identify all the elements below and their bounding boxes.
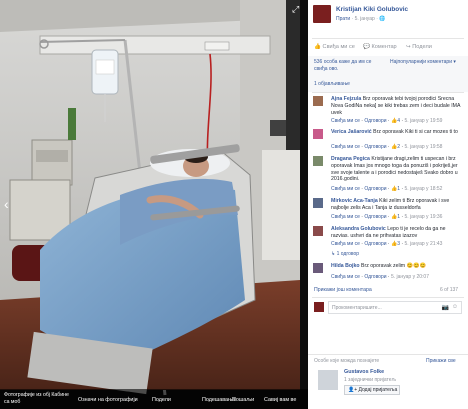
commenter-avatar[interactable] — [313, 156, 323, 166]
comment-text: Brz oporavak zelim — [361, 263, 406, 269]
comment-icon: 💬 — [363, 44, 370, 50]
add-friend-button[interactable]: 👤+ Додај пријатеља — [344, 385, 400, 395]
comment: Verica Jašarović Brz oporavak Kiki ti si… — [308, 129, 468, 153]
tag-photo-link[interactable]: Означи на фотографији — [78, 397, 138, 403]
comment-actions: Свиђа ми се · Одговори · 👍4 · 5. јануар … — [331, 118, 443, 124]
comment: Mirkovic Aca-Tanja Kiki zelim ti Brz opo… — [308, 198, 468, 224]
my-avatar — [314, 302, 324, 312]
commenter-avatar[interactable] — [313, 198, 323, 208]
follow-link[interactable]: Прати — [336, 16, 350, 22]
commenter-avatar[interactable] — [313, 263, 323, 273]
comment-actions: Свиђа ми се · Одговори · 👍1 · 5. јануар … — [331, 186, 443, 192]
author-avatar[interactable] — [313, 5, 331, 23]
comment: Aleksandra Golubovic Lepo ti je recelo d… — [308, 226, 468, 252]
photo-viewer[interactable]: ‹ ⤢ Фотографије из обј Кабине са моб Озн… — [0, 0, 308, 409]
author-name[interactable]: Kristijan Kiki Golubovic — [336, 6, 408, 13]
add-friend-icon: 👤+ — [348, 387, 358, 393]
suggestions-title: Особе које можда познајете — [314, 358, 380, 364]
comment: Ajna Fejzula Brz oporavak tebi tvojoj po… — [308, 96, 468, 132]
comment-author[interactable]: Ajna Fejzula — [331, 96, 361, 102]
photo-bottom-bar: Фотографије из обј Кабине са моб Означи … — [0, 389, 308, 409]
share-action[interactable]: ↪ Подели — [406, 44, 432, 50]
commenter-avatar[interactable] — [313, 129, 323, 139]
comment: Hilda Bojko Brz oporavak zelim 😊😊😊 Свиђа… — [308, 263, 468, 285]
more-comments-link[interactable]: Прикажи још коментара — [314, 287, 372, 293]
expand-icon[interactable]: ⤢ — [292, 4, 299, 15]
like-count[interactable]: 👍1 — [391, 186, 400, 192]
post-meta: Прати · 5. јануар · 🌐 — [336, 16, 386, 22]
like-count[interactable]: 👍3 — [391, 241, 400, 247]
commenter-avatar[interactable] — [313, 226, 323, 236]
chevron-down-icon: ▾ — [453, 59, 456, 65]
options-link[interactable]: Подешавања — [202, 397, 235, 403]
sort-dropdown[interactable]: Најпопуларнији коментари ▾ — [390, 59, 456, 65]
comment-text: Brz oporavak Kiki ti si car mozes ti to — [373, 129, 458, 135]
like-count[interactable]: 👍2 — [391, 144, 400, 150]
comment-author[interactable]: Hilda Bojko — [331, 263, 360, 269]
mutual-friends[interactable]: 1 заједнички пријатељ — [344, 377, 396, 383]
comment-count: 6 of 137 — [440, 287, 459, 293]
comment-input[interactable]: Прокоментаришите... 📷 ☺ — [328, 301, 462, 314]
comment-actions: Свиђа ми се · Одговори · 👍2 · 5. јануар … — [331, 144, 443, 150]
fullscreen-link[interactable]: Савиј вам ве — [264, 397, 296, 403]
suggested-avatar[interactable] — [318, 370, 338, 390]
emoji-icons: 😊😊😊 — [406, 263, 426, 269]
like-count[interactable]: 👍4 — [391, 118, 400, 124]
prev-arrow-icon[interactable]: ‹ — [4, 196, 9, 212]
share-link[interactable]: Подели — [152, 397, 171, 403]
like-action[interactable]: 👍 Свиђа ми се — [314, 44, 355, 50]
comment-action[interactable]: 💬 Коментар — [363, 44, 397, 50]
post-sidebar: Kristijan Kiki Golubovic Прати · 5. јану… — [308, 0, 468, 409]
reply-arrow-icon: ↳ — [331, 251, 336, 257]
sticker-icon[interactable]: ☺ — [452, 304, 458, 310]
hospital-photo — [0, 0, 308, 409]
comment-actions: Свиђа ми се · Одговори · 👍3 · 5. јануар … — [331, 241, 443, 247]
thumbs-up-icon: 👍 — [314, 44, 321, 50]
comment: Dragana Pegica Kristijane dragi,zelim ti… — [308, 156, 468, 194]
replies-link[interactable]: ↳ 1 одговор — [331, 251, 359, 257]
post-date[interactable]: 5. јануар — [355, 16, 375, 22]
comment-author[interactable]: Verica Jašarović — [331, 129, 372, 135]
camera-icon[interactable]: 📷 — [442, 304, 449, 311]
see-all-link[interactable]: Прикажи све — [426, 358, 456, 364]
album-caption[interactable]: Фотографије из обј Кабине са моб — [4, 392, 74, 405]
comment-author[interactable]: Mirkovic Aca-Tanja — [331, 198, 378, 204]
comment-author[interactable]: Aleksandra Golubovic — [331, 226, 386, 232]
like-count[interactable]: 👍1 — [391, 214, 400, 220]
globe-icon: 🌐 — [379, 16, 386, 22]
suggested-name[interactable]: Gustavos Folke — [344, 369, 384, 375]
send-link[interactable]: Пошаљи — [232, 397, 254, 403]
comment-author[interactable]: Dragana Pegica — [331, 156, 370, 162]
comment-actions: Свиђа ми се · Одговори · 👍1 · 5. јануар … — [331, 214, 443, 220]
shares-count[interactable]: 1 објављивање — [314, 81, 350, 87]
commenter-avatar[interactable] — [313, 96, 323, 106]
comment-actions: Свиђа ми се · Одговори · 5. јануар у 20:… — [331, 274, 429, 280]
share-icon: ↪ — [406, 44, 411, 50]
likes-summary[interactable]: 536 особа каже да им се свиђа ово. — [314, 59, 380, 72]
